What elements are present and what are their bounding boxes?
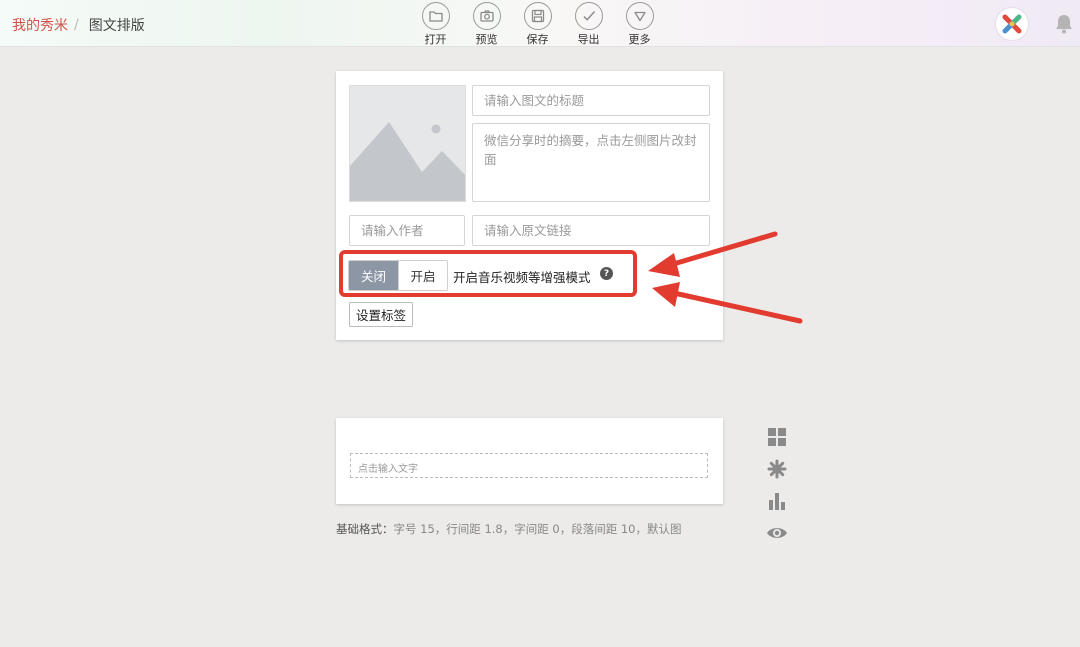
- bell-icon[interactable]: [1052, 12, 1076, 36]
- enhanced-mode-label: 开启音乐视频等增强模式: [453, 270, 591, 285]
- editor-card: 点击输入文字: [336, 418, 723, 504]
- format-summary[interactable]: 基础格式：字号 15，行间距 1.8，字间距 0，段落间距 10，默认图: [336, 521, 682, 537]
- check-icon: [583, 11, 595, 21]
- preview-button-label: 预览: [475, 33, 498, 46]
- triangle-down-icon: [633, 11, 646, 22]
- more-button[interactable]: 更多: [614, 2, 665, 47]
- save-button[interactable]: 保存: [512, 2, 563, 47]
- open-button-label: 打开: [424, 33, 447, 46]
- brand-logo[interactable]: [996, 8, 1028, 40]
- eye-icon: [767, 528, 787, 538]
- author-input[interactable]: [349, 215, 465, 246]
- preview-button[interactable]: 预览: [461, 2, 512, 47]
- more-button-label: 更多: [628, 33, 651, 46]
- toggle-off-option[interactable]: 关闭: [349, 261, 398, 290]
- brand-logo-icon: [1002, 14, 1022, 34]
- title-input[interactable]: [472, 85, 710, 116]
- save-icon: [531, 9, 544, 23]
- format-value: 字号 15，行间距 1.8，字间距 0，段落间距 10，默认图: [393, 522, 682, 536]
- cover-image-picker[interactable]: [349, 85, 466, 202]
- format-key: 基础格式：: [336, 522, 394, 536]
- image-placeholder-icon: [350, 86, 465, 201]
- gear-icon: [767, 459, 787, 479]
- set-tags-button[interactable]: 设置标签: [349, 302, 414, 327]
- camera-icon: [479, 10, 494, 22]
- digest-input[interactable]: [472, 123, 710, 202]
- breadcrumb-home-link[interactable]: 我的秀米: [12, 15, 68, 35]
- preview-eye-button[interactable]: [766, 522, 788, 544]
- breadcrumb-current: 图文排版: [88, 18, 145, 34]
- save-button-label: 保存: [526, 33, 549, 46]
- bar-chart-icon: [769, 493, 785, 510]
- open-button[interactable]: 打开: [410, 2, 461, 47]
- layout-grid-button[interactable]: [766, 426, 788, 448]
- settings-button[interactable]: [766, 458, 788, 480]
- export-button[interactable]: 导出: [563, 2, 614, 47]
- toggle-on-option[interactable]: 开启: [398, 261, 447, 290]
- side-toolbar: [766, 426, 788, 554]
- text-editor-area[interactable]: 点击输入文字: [350, 453, 708, 478]
- article-meta-card: 关闭 开启 开启音乐视频等增强模式 ? 设置标签: [336, 71, 723, 340]
- export-button-label: 导出: [577, 33, 600, 46]
- statistics-button[interactable]: [766, 490, 788, 512]
- folder-icon: [428, 11, 443, 22]
- breadcrumb: 我的秀米 / 图文排版: [12, 15, 145, 35]
- help-icon[interactable]: ?: [600, 267, 613, 280]
- source-link-input[interactable]: [472, 215, 710, 246]
- breadcrumb-separator: /: [74, 17, 79, 33]
- toolbar: 打开 预览 保存 导出 更多: [410, 2, 665, 47]
- grid-icon: [768, 428, 786, 446]
- top-bar: 我的秀米 / 图文排版 打开 预览 保存 导出 更多: [0, 0, 1080, 47]
- enhanced-mode-toggle: 关闭 开启: [348, 260, 448, 291]
